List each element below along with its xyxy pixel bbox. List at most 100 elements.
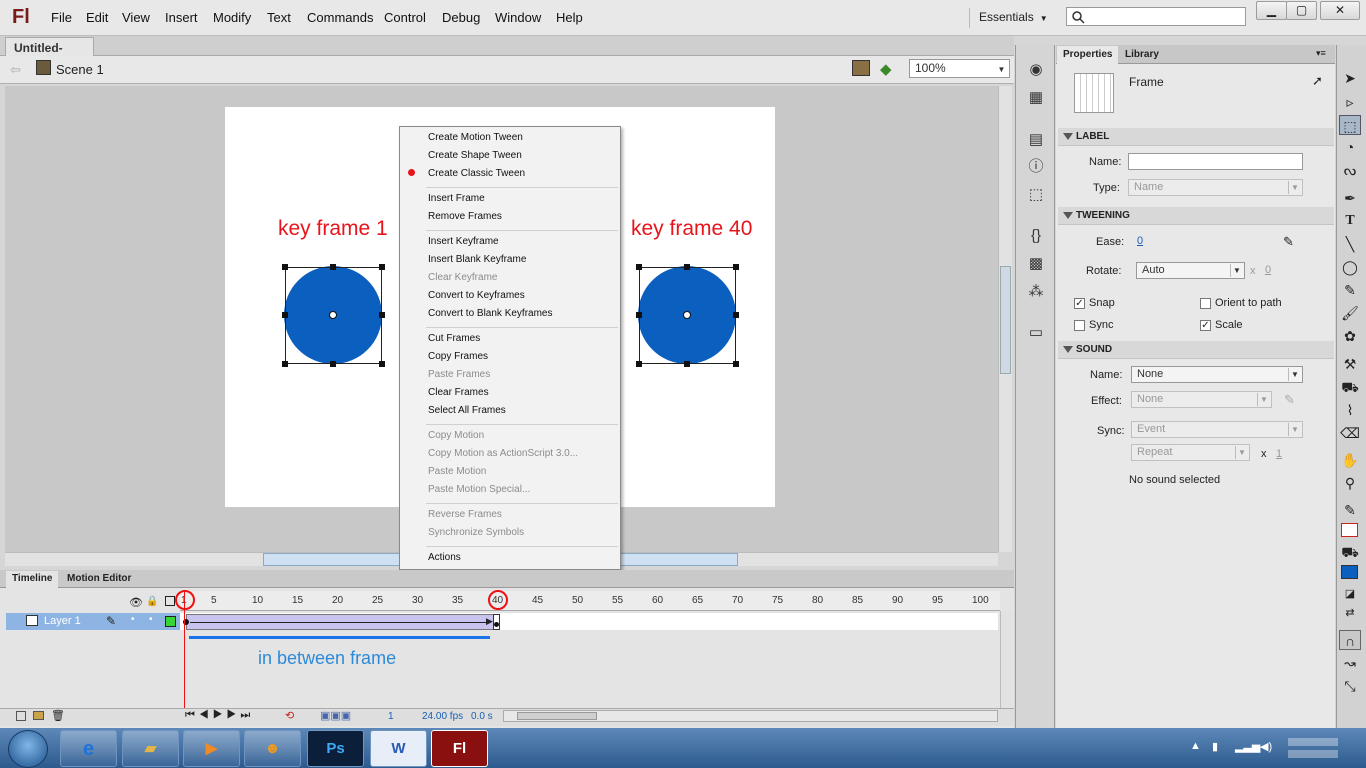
workspace-switcher[interactable]: Essentials ▼	[969, 8, 1053, 28]
keyframe-dot[interactable]	[494, 622, 499, 627]
label-section-header[interactable]: LABEL	[1058, 128, 1334, 146]
menu-clear-frames[interactable]: Clear Frames	[428, 387, 489, 398]
menu-cut-frames[interactable]: Cut Frames	[428, 333, 480, 344]
tab-timeline[interactable]: Timeline	[6, 571, 59, 588]
free-transform-tool-icon[interactable]: ⬚	[1339, 115, 1361, 135]
subselection-tool-icon[interactable]: ▹	[1339, 92, 1361, 112]
word-icon[interactable]: W	[370, 730, 427, 767]
sound-section-header[interactable]: SOUND	[1058, 341, 1334, 359]
transform-handle[interactable]	[733, 312, 739, 318]
layer-name[interactable]: Layer 1	[44, 615, 81, 627]
help-search-input[interactable]	[1066, 7, 1246, 26]
transform-handle[interactable]	[379, 361, 385, 367]
tab-motion-editor[interactable]: Motion Editor	[61, 571, 137, 588]
deco-tool-icon[interactable]: ✿	[1339, 326, 1361, 346]
bone-tool-icon[interactable]: ⚒	[1339, 354, 1361, 374]
tab-properties[interactable]: Properties	[1057, 46, 1119, 64]
menu-commands[interactable]: Commands	[307, 10, 373, 25]
help-icon[interactable]: ➚	[1312, 73, 1323, 89]
menu-edit[interactable]: Edit	[86, 10, 108, 25]
document-tab[interactable]: Untitled-2*✕	[5, 37, 94, 69]
transform-icon[interactable]: ⬚	[1026, 186, 1046, 204]
actions-icon[interactable]: {}	[1026, 227, 1046, 245]
photoshop-icon[interactable]: Ps	[307, 730, 364, 767]
orient-to-path-checkbox[interactable]	[1200, 298, 1211, 309]
transform-handle[interactable]	[379, 312, 385, 318]
menu-copy-frames[interactable]: Copy Frames	[428, 351, 488, 362]
black-white-icon[interactable]: ◪	[1339, 584, 1361, 604]
menu-create-motion-tween[interactable]: Create Motion Tween	[428, 132, 523, 143]
stage-vertical-scrollbar[interactable]	[998, 86, 1012, 552]
file-explorer-icon[interactable]: ▰	[122, 730, 179, 767]
current-frame[interactable]: 1	[388, 711, 394, 722]
stroke-color-icon[interactable]: ✎	[1339, 500, 1361, 520]
outline-color-swatch[interactable]	[165, 616, 176, 627]
menu-create-shape-tween[interactable]: Create Shape Tween	[428, 150, 522, 161]
scrollbar-thumb[interactable]	[1000, 266, 1011, 374]
edit-ease-pencil-icon[interactable]: ✎	[1283, 234, 1294, 250]
align-icon[interactable]: ▤	[1026, 131, 1046, 149]
frame-rate[interactable]: 24.00 fps	[422, 711, 463, 722]
new-folder-icon[interactable]	[33, 711, 44, 720]
oval-tool-icon[interactable]: ◯	[1339, 257, 1361, 277]
transform-handle[interactable]	[330, 264, 336, 270]
menu-convert-to-blank-keyframes[interactable]: Convert to Blank Keyframes	[428, 308, 553, 319]
swap-colors-icon[interactable]: ⇄	[1339, 603, 1361, 623]
hand-tool-icon[interactable]: ✋	[1339, 450, 1361, 470]
volume-icon[interactable]: ◀)	[1260, 740, 1272, 753]
network-icon[interactable]: ▂▃▅	[1235, 740, 1260, 753]
text-tool-icon[interactable]: T	[1339, 211, 1361, 231]
frame-name-input[interactable]	[1128, 153, 1303, 170]
eye-icon[interactable]: 👁	[129, 596, 143, 609]
line-tool-icon[interactable]: ╲	[1339, 234, 1361, 254]
menu-convert-to-keyframes[interactable]: Convert to Keyframes	[428, 290, 525, 301]
visibility-dot[interactable]: •	[131, 614, 135, 625]
close-button[interactable]: ✕	[1320, 1, 1360, 20]
project-icon[interactable]: ▭	[1026, 324, 1046, 342]
color-panel-icon[interactable]: ◉	[1026, 61, 1046, 79]
transform-handle[interactable]	[733, 361, 739, 367]
menu-window[interactable]: Window	[495, 10, 541, 25]
maximize-button[interactable]: ▢	[1286, 1, 1317, 20]
clock-time[interactable]	[1288, 738, 1338, 746]
trash-icon[interactable]: 🗑	[51, 709, 65, 722]
fill-color-swatch[interactable]	[1341, 565, 1358, 579]
3d-rotation-tool-icon[interactable]: ◔	[1339, 137, 1361, 157]
straighten-icon[interactable]: ⤡	[1339, 676, 1361, 696]
scrollbar-thumb[interactable]	[517, 712, 597, 720]
menu-insert-frame[interactable]: Insert Frame	[428, 193, 485, 204]
tray-arrow-icon[interactable]: ▲	[1190, 740, 1201, 752]
menu-debug[interactable]: Debug	[442, 10, 480, 25]
pencil-tool-icon[interactable]: ✎	[1339, 280, 1361, 300]
menu-file[interactable]: File	[51, 10, 72, 25]
motion-presets-icon[interactable]: ⁂	[1026, 283, 1046, 301]
flash-taskbar-icon[interactable]: Fl	[431, 730, 488, 767]
menu-view[interactable]: View	[122, 10, 150, 25]
internet-explorer-icon[interactable]: e	[60, 730, 117, 767]
scene-name[interactable]: Scene 1	[56, 62, 104, 77]
playhead[interactable]	[184, 591, 185, 711]
menu-insert[interactable]: Insert	[165, 10, 198, 25]
onion-skin-icon[interactable]: ▣▣▣	[320, 709, 351, 722]
eraser-tool-icon[interactable]: ⌫	[1339, 423, 1361, 443]
transform-handle[interactable]	[636, 361, 642, 367]
zoom-select[interactable]: 100% ▼	[909, 59, 1010, 78]
transform-handle[interactable]	[282, 312, 288, 318]
tab-library[interactable]: Library	[1119, 46, 1165, 64]
swatches-icon[interactable]: ▦	[1026, 89, 1046, 107]
lock-dot[interactable]: •	[149, 614, 153, 625]
timeline-horizontal-scrollbar[interactable]	[503, 710, 998, 722]
sound-name-select[interactable]: None ▼	[1131, 366, 1303, 383]
lock-icon[interactable]: 🔒	[146, 596, 158, 607]
menu-select-all-frames[interactable]: Select All Frames	[428, 405, 506, 416]
menu-help[interactable]: Help	[556, 10, 583, 25]
transform-handle[interactable]	[733, 264, 739, 270]
transform-handle[interactable]	[330, 361, 336, 367]
transform-handle[interactable]	[684, 361, 690, 367]
menu-actions[interactable]: Actions	[428, 552, 461, 563]
new-layer-icon[interactable]	[16, 711, 26, 721]
transform-handle[interactable]	[379, 264, 385, 270]
media-player-icon[interactable]: ▶	[183, 730, 240, 767]
timeline-vertical-scrollbar[interactable]	[1000, 611, 1013, 708]
components-icon[interactable]: ▩	[1026, 255, 1046, 273]
